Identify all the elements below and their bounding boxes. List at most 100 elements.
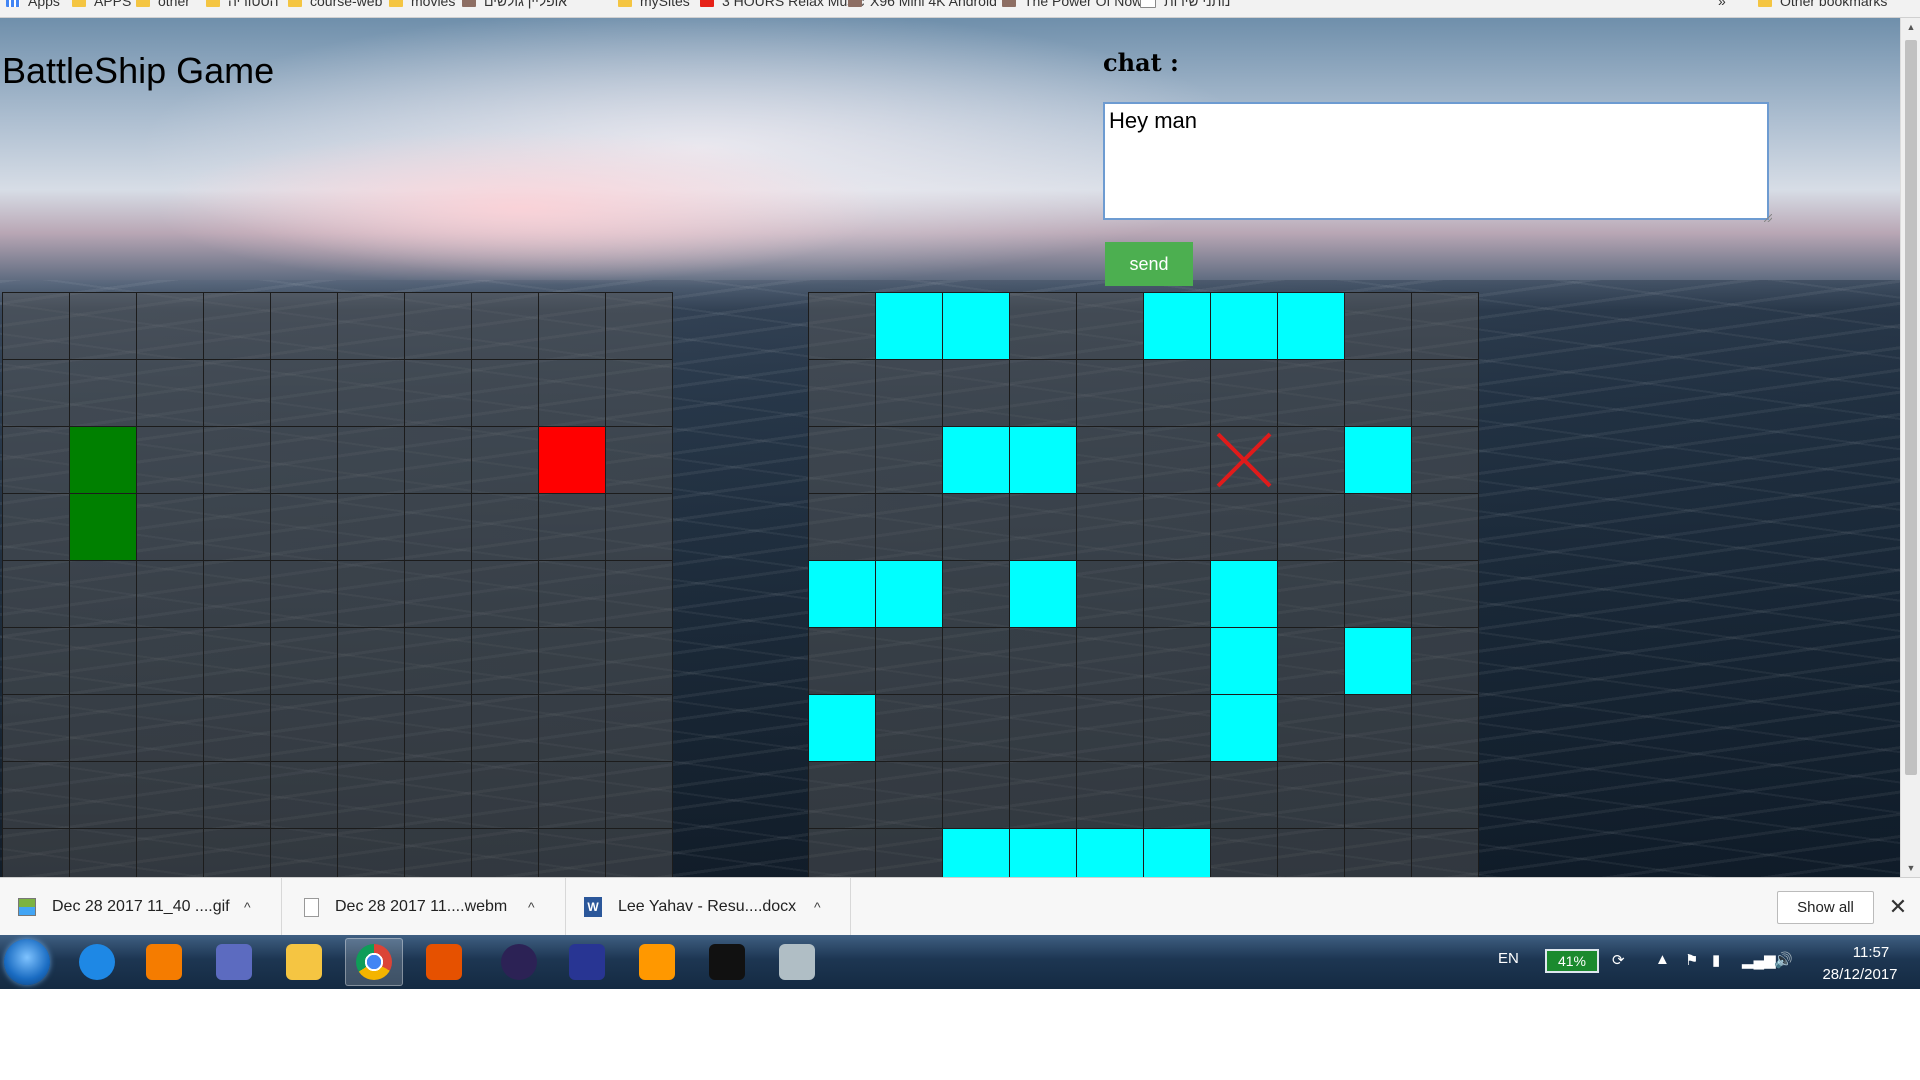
board-cell[interactable] <box>539 293 606 360</box>
highlighted-cell[interactable] <box>1211 695 1278 762</box>
action-center-flag-icon[interactable]: ⚑ <box>1685 951 1698 969</box>
board-cell[interactable] <box>606 494 673 561</box>
board-cell[interactable] <box>1412 427 1479 494</box>
board-cell[interactable] <box>472 293 539 360</box>
bookmark-item[interactable]: Other bookmarks <box>1758 0 1887 9</box>
board-cell[interactable] <box>943 762 1010 829</box>
highlighted-cell[interactable] <box>1211 628 1278 695</box>
board-cell[interactable] <box>271 829 338 877</box>
highlighted-cell[interactable] <box>1077 829 1144 877</box>
board-cell[interactable] <box>809 829 876 877</box>
bookmark-item[interactable]: » <box>1718 0 1726 9</box>
bookmark-item[interactable]: other <box>136 0 190 9</box>
board-cell[interactable] <box>137 494 204 561</box>
board-cell[interactable] <box>606 762 673 829</box>
board-cell[interactable] <box>70 829 137 877</box>
board-cell[interactable] <box>3 494 70 561</box>
highlighted-cell[interactable] <box>943 427 1010 494</box>
board-cell[interactable] <box>1211 494 1278 561</box>
board-cell[interactable] <box>271 762 338 829</box>
board-cell[interactable] <box>1278 695 1345 762</box>
board-cell[interactable] <box>338 695 405 762</box>
board-cell[interactable] <box>204 494 271 561</box>
board-cell[interactable] <box>1077 494 1144 561</box>
board-cell[interactable] <box>472 561 539 628</box>
taskbar-button[interactable] <box>558 938 616 986</box>
board-cell[interactable] <box>70 762 137 829</box>
board-cell[interactable] <box>1144 561 1211 628</box>
taskbar-button[interactable] <box>68 938 126 986</box>
board-cell[interactable] <box>70 561 137 628</box>
board-cell[interactable] <box>405 695 472 762</box>
board-cell[interactable] <box>606 695 673 762</box>
chevron-up-icon[interactable]: ^ <box>528 899 535 915</box>
taskbar-button[interactable] <box>415 938 473 986</box>
taskbar-button[interactable] <box>628 938 686 986</box>
board-cell[interactable] <box>137 829 204 877</box>
download-item[interactable]: W Lee Yahav - Resu....docx ^ <box>566 878 851 936</box>
board-cell[interactable] <box>338 628 405 695</box>
bookmark-item[interactable]: movies <box>389 0 455 9</box>
board-cell[interactable] <box>271 695 338 762</box>
board-cell[interactable] <box>405 561 472 628</box>
board-cell[interactable] <box>338 561 405 628</box>
bookmark-item[interactable]: 3 HOURS Relax Music <box>700 0 864 9</box>
highlighted-cell[interactable] <box>1278 293 1345 360</box>
board-cell[interactable] <box>1144 762 1211 829</box>
board-cell[interactable] <box>1412 829 1479 877</box>
board-cell[interactable] <box>539 762 606 829</box>
board-cell[interactable] <box>338 293 405 360</box>
board-cell[interactable] <box>472 829 539 877</box>
board-cell[interactable] <box>70 360 137 427</box>
board-cell[interactable] <box>1010 293 1077 360</box>
taskbar-button[interactable] <box>698 938 756 986</box>
board-cell[interactable] <box>1077 762 1144 829</box>
board-cell[interactable] <box>809 762 876 829</box>
board-cell[interactable] <box>405 494 472 561</box>
board-cell[interactable] <box>70 628 137 695</box>
board-cell[interactable] <box>204 293 271 360</box>
board-cell[interactable] <box>606 561 673 628</box>
taskbar-button[interactable] <box>768 938 826 986</box>
board-cell[interactable] <box>876 695 943 762</box>
bookmark-item[interactable]: mySites <box>618 0 690 9</box>
chevron-up-icon[interactable]: ^ <box>244 899 251 915</box>
bookmark-item[interactable]: The Power Of Now <box>1002 0 1142 9</box>
highlighted-cell[interactable] <box>943 829 1010 877</box>
board-cell[interactable] <box>3 427 70 494</box>
board-cell[interactable] <box>472 427 539 494</box>
board-cell[interactable] <box>204 360 271 427</box>
board-cell[interactable] <box>943 628 1010 695</box>
board-cell[interactable] <box>271 494 338 561</box>
board-cell[interactable] <box>338 360 405 427</box>
board-cell[interactable] <box>1278 762 1345 829</box>
board-cell[interactable] <box>70 695 137 762</box>
board-cell[interactable] <box>338 427 405 494</box>
board-cell[interactable] <box>1412 360 1479 427</box>
board-cell[interactable] <box>271 561 338 628</box>
board-cell[interactable] <box>943 695 1010 762</box>
board-cell[interactable] <box>1144 695 1211 762</box>
board-cell[interactable] <box>539 695 606 762</box>
bookmark-item[interactable]: הסטוריה <box>206 0 279 9</box>
board-cell[interactable] <box>472 695 539 762</box>
board-cell[interactable] <box>1412 695 1479 762</box>
start-button[interactable] <box>4 939 50 985</box>
volume-icon[interactable]: 🔊 <box>1774 951 1793 969</box>
resize-grip-icon[interactable] <box>1764 214 1772 222</box>
board-cell[interactable] <box>539 829 606 877</box>
board-cell[interactable] <box>1345 360 1412 427</box>
bookmark-item[interactable]: Apps <box>6 0 60 9</box>
taskbar-button[interactable] <box>275 938 333 986</box>
board-cell[interactable] <box>1077 427 1144 494</box>
download-item[interactable]: Dec 28 2017 11_40 ....gif ^ <box>0 878 282 936</box>
board-cell[interactable] <box>204 829 271 877</box>
board-cell[interactable] <box>809 494 876 561</box>
show-all-button[interactable]: Show all <box>1777 891 1874 924</box>
board-cell[interactable] <box>204 762 271 829</box>
board-cell[interactable] <box>338 762 405 829</box>
scroll-up-icon[interactable]: ▲ <box>1901 18 1920 36</box>
board-cell[interactable] <box>271 360 338 427</box>
board-cell[interactable] <box>1412 762 1479 829</box>
board-cell[interactable] <box>1412 628 1479 695</box>
